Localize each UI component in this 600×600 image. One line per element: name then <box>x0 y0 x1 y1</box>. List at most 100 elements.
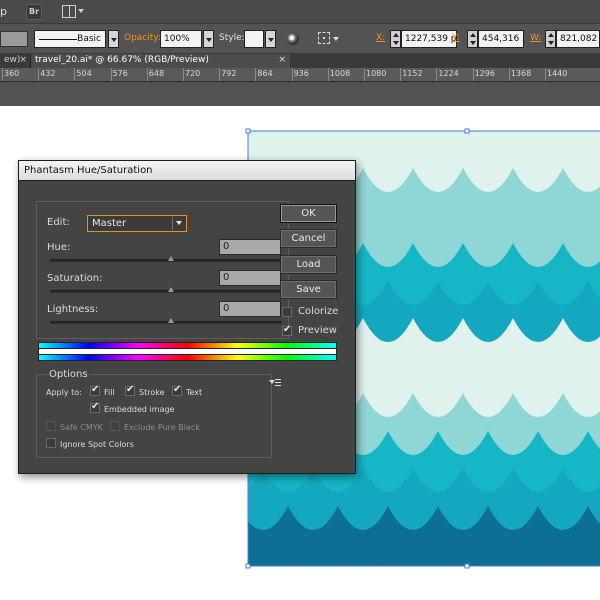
hue-spectrum-bottom <box>38 354 337 361</box>
fill-checkbox[interactable] <box>90 384 100 396</box>
ruler-tick <box>38 68 40 81</box>
load-button[interactable]: Load <box>280 255 337 274</box>
saturation-input[interactable]: 0 <box>219 270 281 286</box>
transform-icon[interactable] <box>318 32 330 44</box>
menu-line <box>275 382 281 383</box>
menubar-text[interactable]: p <box>0 5 7 18</box>
safe-cmyk-checkbox[interactable] <box>46 421 56 431</box>
ruler-tick <box>327 68 329 81</box>
ruler-tick <box>146 68 148 81</box>
ignore-spot-colors-label[interactable]: Ignore Spot Colors <box>60 440 134 449</box>
hue-slider-track[interactable] <box>50 259 282 262</box>
ruler-tick-label: 1440 <box>547 69 568 78</box>
ruler-tick <box>545 68 546 81</box>
graphic-style-swatch[interactable] <box>244 30 264 48</box>
ignore-spot-colors-checkbox[interactable] <box>46 438 56 448</box>
recolor-artwork-icon[interactable] <box>287 33 299 45</box>
application-bar: p Br <box>0 0 600 24</box>
w-label[interactable]: W: <box>530 33 541 43</box>
cancel-button[interactable]: Cancel <box>280 229 337 248</box>
opacity-dropdown-button[interactable] <box>203 30 214 48</box>
lightness-label: Lightness: <box>47 304 99 315</box>
exclude-pure-black-label: Exclude Pure Black <box>124 423 200 432</box>
exclude-pure-black-checkbox[interactable] <box>110 421 120 431</box>
lightness-slider-track[interactable] <box>50 321 282 324</box>
saturation-slider-thumb[interactable] <box>168 287 174 292</box>
ruler-tick-label: 1296 <box>474 69 495 78</box>
save-button[interactable]: Save <box>280 280 337 299</box>
ruler-tick <box>183 68 184 81</box>
hue-spectrum-top <box>38 342 337 349</box>
hue-input[interactable]: 0 <box>219 239 281 255</box>
canvas-pasteboard-dark <box>0 82 600 106</box>
embedded-image-checkbox[interactable] <box>90 401 100 413</box>
y-label[interactable]: Y: <box>452 33 459 43</box>
options-menu-icon[interactable] <box>269 379 281 387</box>
style-dropdown-button[interactable] <box>265 30 276 48</box>
preview-label[interactable]: Preview <box>298 325 337 336</box>
selection-handle[interactable] <box>464 128 470 134</box>
horizontal-ruler[interactable]: 360 432 504 576 648 720 792 864 936 1008 1080 1152 1… <box>0 68 600 82</box>
close-icon[interactable]: × <box>278 55 286 65</box>
stroke-checkbox[interactable] <box>125 384 135 396</box>
x-input[interactable]: 1227,539 px <box>401 30 457 48</box>
stroke-profile-label: Basic <box>77 34 101 44</box>
chevron-down-icon <box>176 221 182 225</box>
w-stepper[interactable] <box>545 30 556 48</box>
tab-travel-20[interactable]: travel_20.ai* @ 66.67% (RGB/Preview) × <box>30 54 290 68</box>
y-stepper[interactable] <box>467 30 478 48</box>
menu-line <box>275 379 281 380</box>
arrange-documents-button[interactable] <box>62 4 86 20</box>
saturation-label: Saturation: <box>47 273 103 284</box>
ruler-tick-label: 648 <box>148 69 165 78</box>
embedded-image-label[interactable]: Embedded image <box>104 405 174 414</box>
ok-button[interactable]: OK <box>280 204 337 223</box>
saturation-slider-track[interactable] <box>50 290 282 293</box>
x-label[interactable]: X: <box>376 33 385 43</box>
selection-handle[interactable] <box>464 563 470 569</box>
x-stepper[interactable] <box>390 30 401 48</box>
stroke-weight-field[interactable] <box>0 31 28 47</box>
colorize-label[interactable]: Colorize <box>298 306 338 317</box>
ruler-tick-label: 360 <box>4 69 20 78</box>
ruler-tick <box>74 68 76 81</box>
lightness-slider-thumb[interactable] <box>168 318 174 323</box>
ruler-tick <box>255 68 257 81</box>
close-icon[interactable]: × <box>19 55 27 65</box>
colorize-checkbox[interactable] <box>282 307 292 317</box>
ruler-tick <box>400 68 402 81</box>
ruler-tick-label: 1368 <box>510 69 532 78</box>
lightness-input[interactable]: 0 <box>219 301 281 317</box>
preview-checkbox[interactable] <box>282 324 292 336</box>
selection-handle[interactable] <box>245 563 251 569</box>
opacity-label[interactable]: Opacity: <box>124 33 161 43</box>
text-label[interactable]: Text <box>186 388 202 397</box>
profile-dropdown-button[interactable] <box>108 30 119 48</box>
w-input[interactable]: 821,082 px <box>556 30 600 48</box>
ruler-tick <box>436 68 438 81</box>
dialog-body: Edit: Master Hue: 0 Saturation: 0 Lightn… <box>19 181 355 473</box>
fill-label[interactable]: Fill <box>104 388 115 397</box>
opacity-input[interactable]: 100% <box>160 30 202 48</box>
y-input[interactable]: 454,316 px <box>478 30 524 48</box>
edit-select[interactable]: Master <box>87 215 187 232</box>
ruler-tick-label: 1224 <box>438 69 459 78</box>
ruler-tick <box>472 68 474 81</box>
hue-slider-thumb[interactable] <box>168 256 174 261</box>
phantasm-hue-saturation-dialog: Phantasm Hue/Saturation Edit: Master Hue… <box>18 160 356 474</box>
dialog-titlebar[interactable]: Phantasm Hue/Saturation <box>19 161 355 181</box>
stroke-label[interactable]: Stroke <box>139 388 165 397</box>
arrange-documents-icon <box>62 5 76 18</box>
text-checkbox[interactable] <box>172 384 182 396</box>
tab-previous-document[interactable]: ew) × <box>0 54 30 68</box>
chevron-down-icon[interactable] <box>333 37 339 41</box>
ruler-tick <box>291 68 293 81</box>
ruler-tick <box>508 68 510 81</box>
ruler-tick-label: 792 <box>221 69 237 78</box>
apply-to-label: Apply to: <box>46 388 82 397</box>
variable-width-profile[interactable]: Basic <box>34 30 106 48</box>
bridge-button[interactable]: Br <box>26 4 42 20</box>
menu-line <box>275 385 281 386</box>
selection-handle[interactable] <box>245 128 251 134</box>
hue-label: Hue: <box>47 242 71 253</box>
